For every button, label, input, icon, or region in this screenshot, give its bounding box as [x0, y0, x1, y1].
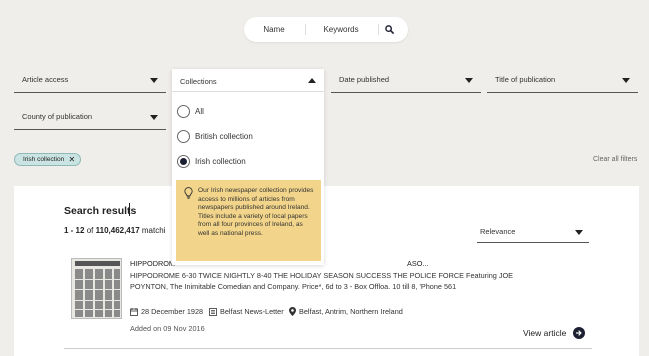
location-pin-icon [289, 307, 296, 316]
location-text: Belfast, Antrim, Northern Ireland [299, 307, 403, 316]
filter-label: County of publication [22, 112, 93, 121]
article-snippet: HIPPODROME 6-30 TWICE NIGHTLY 8-40 THE H… [130, 271, 514, 291]
lightbulb-icon [184, 187, 193, 199]
date-text: 28 December 1928 [141, 307, 204, 316]
text-cursor [129, 203, 130, 216]
results-total: 110,462,417 [95, 226, 140, 235]
search-icon[interactable] [385, 25, 394, 34]
radio-circle[interactable] [177, 105, 190, 118]
chevron-down-icon [465, 78, 473, 83]
view-article-link[interactable]: View article [523, 327, 585, 339]
radio-label: Irish collection [195, 157, 246, 166]
radio-circle[interactable] [177, 155, 190, 168]
newspaper-icon [209, 308, 217, 316]
results-matching: matchi [141, 226, 166, 235]
article-title-start: HIPPODROM [130, 259, 175, 268]
article-title-end: ASO... [407, 259, 429, 268]
filter-label: Article access [22, 75, 69, 84]
results-of: of [86, 226, 94, 235]
radio-selected-dot [180, 158, 187, 165]
chevron-up-icon [308, 78, 316, 83]
active-filter-chip[interactable]: Irish collection ✕ [14, 153, 82, 166]
filter-county-of-publication[interactable]: County of publication [14, 109, 166, 130]
filter-collections[interactable]: Collections [172, 69, 324, 92]
added-date: Added on 09 Nov 2016 [130, 324, 205, 333]
collection-info-box: Our Irish newspaper collection provides … [176, 180, 321, 261]
chevron-down-icon [150, 115, 158, 120]
radio-circle[interactable] [177, 130, 190, 143]
radio-label: All [195, 107, 204, 116]
arrow-right-icon [572, 327, 585, 339]
chevron-down-icon [575, 230, 583, 235]
info-text: Our Irish newspaper collection provides … [198, 187, 314, 237]
calendar-icon [130, 308, 138, 316]
close-icon[interactable]: ✕ [68, 154, 75, 165]
article-thumbnail[interactable] [71, 258, 122, 319]
article-newspaper[interactable]: Belfast News-Letter [209, 307, 284, 316]
radio-label: British collection [195, 132, 253, 141]
results-heading: Search results [64, 205, 137, 217]
filter-title-of-publication[interactable]: Title of publication [487, 72, 638, 93]
clear-all-filters-link[interactable]: Clear all filters [593, 156, 637, 163]
sort-select[interactable]: Relevance [477, 224, 589, 243]
article-location: Belfast, Antrim, Northern Ireland [289, 307, 403, 316]
sort-value: Relevance [480, 227, 516, 236]
filter-article-access[interactable]: Article access [14, 72, 166, 93]
search-bar: Name Keywords [244, 17, 408, 42]
divider [64, 348, 592, 349]
chevron-down-icon [150, 78, 158, 83]
filter-label: Date published [339, 75, 390, 84]
search-name-field[interactable]: Name [244, 17, 304, 42]
results-range: 1 - 12 [64, 226, 85, 235]
divider [378, 24, 379, 35]
chip-label: Irish collection [23, 156, 65, 163]
filter-date-published[interactable]: Date published [331, 72, 481, 93]
newspaper-text: Belfast News-Letter [220, 307, 284, 316]
chevron-down-icon [622, 78, 630, 83]
view-article-label: View article [523, 328, 567, 338]
filter-label: Collections [180, 77, 217, 86]
article-date: 28 December 1928 [130, 307, 203, 316]
filter-label: Title of publication [495, 75, 556, 84]
results-count: 1 - 12 of 110,462,417 matchi [64, 226, 165, 235]
search-keywords-field[interactable]: Keywords [306, 17, 376, 42]
